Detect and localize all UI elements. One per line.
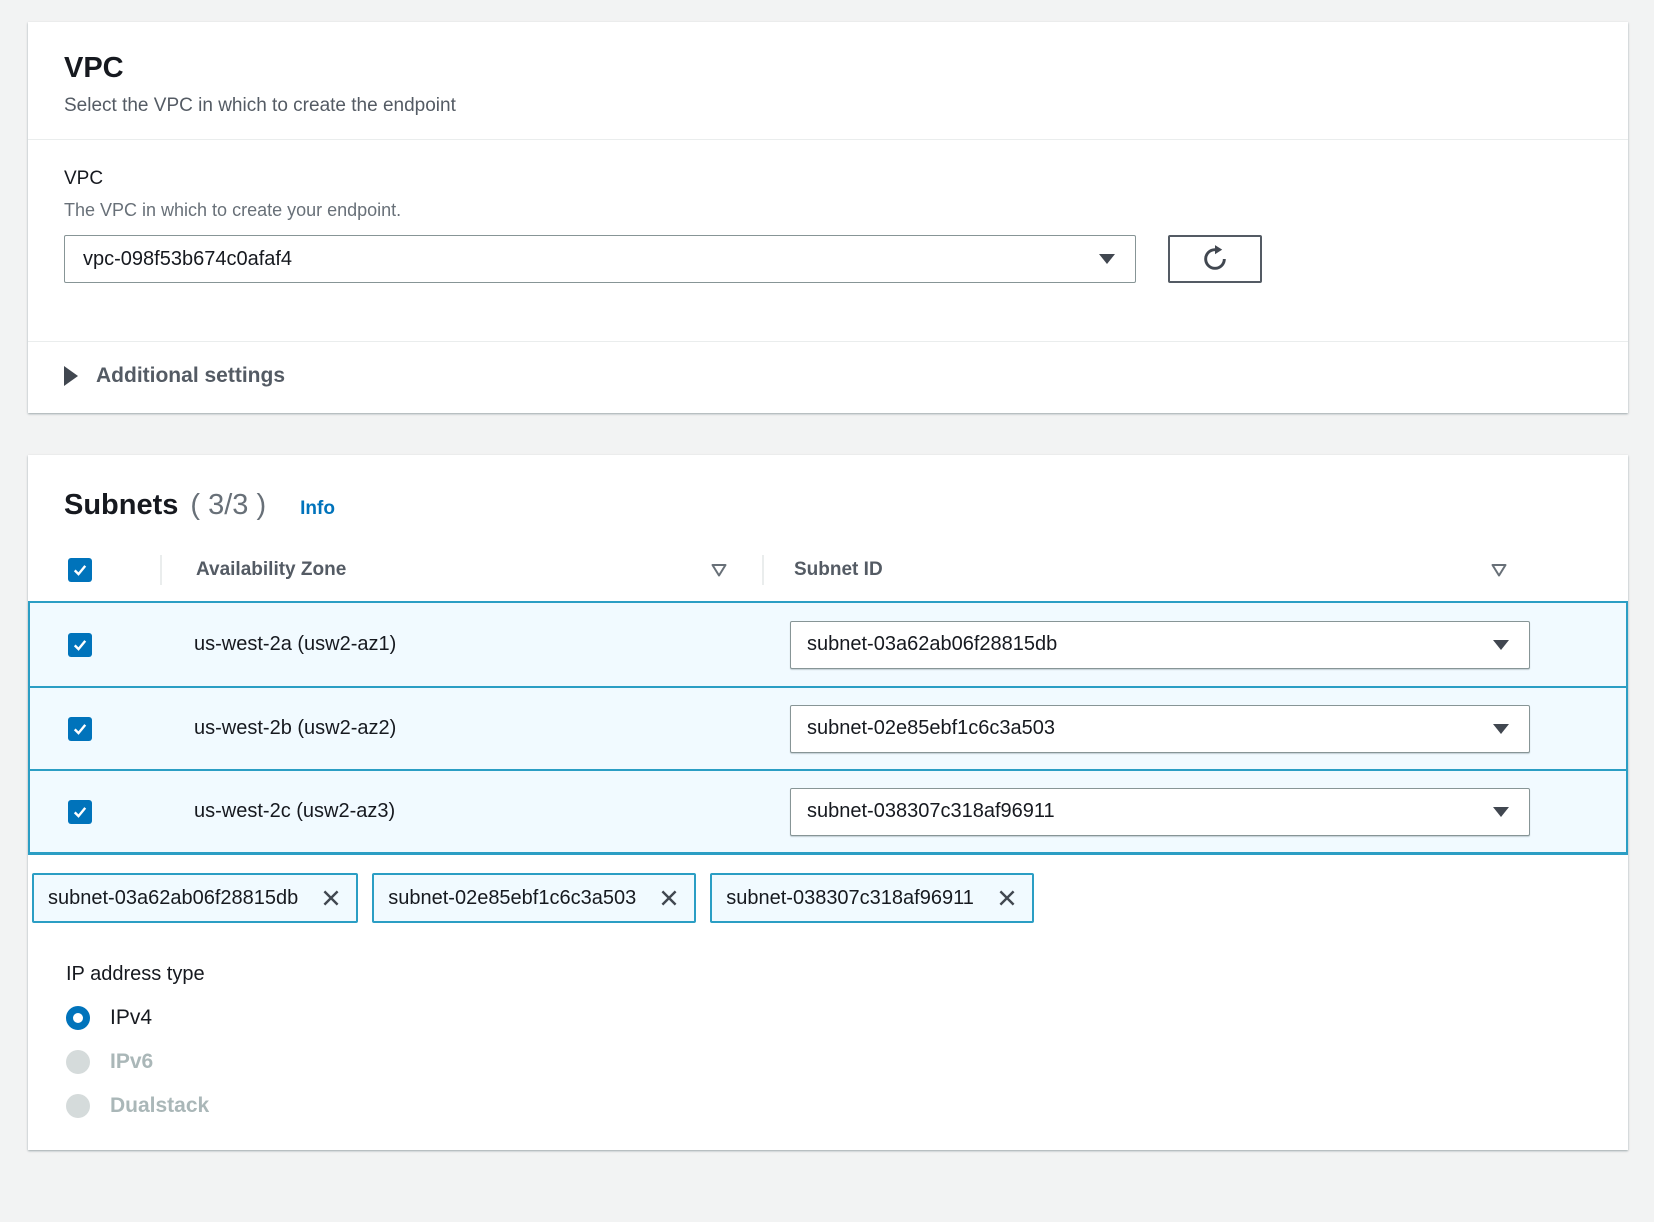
subnet-token-label: subnet-038307c318af96911	[726, 887, 974, 910]
availability-zone-value: us-west-2b (usw2-az2)	[194, 717, 396, 740]
subnet-token: subnet-02e85ebf1c6c3a503	[372, 873, 696, 923]
row-checkbox[interactable]	[68, 717, 92, 741]
subnet-token: subnet-03a62ab06f28815db	[32, 873, 358, 923]
vpc-select[interactable]: vpc-098f53b674c0afaf4	[64, 235, 1136, 283]
ipv6-radio	[66, 1050, 90, 1074]
table-row[interactable]: us-west-2a (usw2-az1) subnet-03a62ab06f2…	[30, 603, 1626, 686]
subnet-token-label: subnet-03a62ab06f28815db	[48, 887, 298, 910]
ip-address-type-label: IP address type	[66, 963, 1592, 986]
ipv6-label: IPv6	[110, 1050, 153, 1074]
chevron-down-icon	[1099, 254, 1115, 264]
vpc-panel: VPC Select the VPC in which to create th…	[28, 22, 1628, 413]
subnet-sort-icon[interactable]	[1490, 562, 1508, 578]
additional-settings-label: Additional settings	[96, 364, 285, 388]
ipv4-option[interactable]: IPv4	[66, 1006, 1592, 1030]
refresh-icon	[1199, 243, 1231, 275]
availability-zone-value: us-west-2c (usw2-az3)	[194, 800, 395, 823]
subnet-select-value: subnet-02e85ebf1c6c3a503	[807, 717, 1055, 740]
vpc-panel-body: VPC The VPC in which to create your endp…	[28, 140, 1628, 341]
subnets-panel-header: Subnets ( 3/3 ) Info	[28, 455, 1628, 538]
subnet-token: subnet-038307c318af96911	[710, 873, 1034, 923]
additional-settings-toggle[interactable]: Additional settings	[64, 364, 285, 388]
ipv6-option: IPv6	[66, 1050, 1592, 1074]
subnets-title: Subnets	[64, 489, 178, 522]
remove-token-button[interactable]	[996, 887, 1018, 909]
chevron-down-icon	[1493, 640, 1509, 650]
az-sort-icon[interactable]	[710, 562, 728, 578]
row-checkbox[interactable]	[68, 800, 92, 824]
vpc-field-label: VPC	[64, 168, 1592, 190]
ipv4-radio[interactable]	[66, 1006, 90, 1030]
subnet-select[interactable]: subnet-02e85ebf1c6c3a503	[790, 705, 1530, 753]
ip-address-type-group: IP address type IPv4 IPv6 Dualstack	[28, 923, 1628, 1150]
availability-zone-column-header: Availability Zone	[196, 559, 346, 581]
triangle-right-icon	[64, 366, 78, 386]
dualstack-option: Dualstack	[66, 1094, 1592, 1118]
vpc-panel-footer: Additional settings	[28, 341, 1628, 413]
subnet-token-label: subnet-02e85ebf1c6c3a503	[388, 887, 636, 910]
vpc-panel-title: VPC	[64, 52, 1592, 85]
subnets-panel: Subnets ( 3/3 ) Info Availability Zone S…	[28, 455, 1628, 1150]
table-row[interactable]: us-west-2c (usw2-az3) subnet-038307c318a…	[30, 769, 1626, 852]
subnet-id-column-header: Subnet ID	[794, 559, 883, 581]
vpc-panel-header: VPC Select the VPC in which to create th…	[28, 22, 1628, 140]
vpc-panel-subtitle: Select the VPC in which to create the en…	[64, 95, 1592, 117]
table-row[interactable]: us-west-2b (usw2-az2) subnet-02e85ebf1c6…	[30, 686, 1626, 769]
vpc-select-value: vpc-098f53b674c0afaf4	[83, 248, 292, 271]
subnet-token-group: subnet-03a62ab06f28815db subnet-02e85ebf…	[32, 873, 1628, 923]
row-checkbox[interactable]	[68, 633, 92, 657]
info-link[interactable]: Info	[300, 498, 335, 520]
subnet-select[interactable]: subnet-038307c318af96911	[790, 788, 1530, 836]
availability-zone-value: us-west-2a (usw2-az1)	[194, 633, 396, 656]
subnet-select-value: subnet-038307c318af96911	[807, 800, 1055, 823]
ipv4-label: IPv4	[110, 1006, 152, 1030]
remove-token-button[interactable]	[320, 887, 342, 909]
dualstack-label: Dualstack	[110, 1094, 209, 1118]
subnets-table-header: Availability Zone Subnet ID	[28, 538, 1628, 601]
remove-token-button[interactable]	[658, 887, 680, 909]
refresh-button[interactable]	[1168, 235, 1262, 283]
dualstack-radio	[66, 1094, 90, 1118]
chevron-down-icon	[1493, 807, 1509, 817]
chevron-down-icon	[1493, 724, 1509, 734]
subnet-select[interactable]: subnet-03a62ab06f28815db	[790, 621, 1530, 669]
select-all-checkbox[interactable]	[68, 558, 92, 582]
vpc-field-help: The VPC in which to create your endpoint…	[64, 200, 1592, 221]
subnets-count: ( 3/3 )	[190, 489, 266, 522]
subnets-selected-rows: us-west-2a (usw2-az1) subnet-03a62ab06f2…	[28, 601, 1628, 855]
subnet-select-value: subnet-03a62ab06f28815db	[807, 633, 1057, 656]
